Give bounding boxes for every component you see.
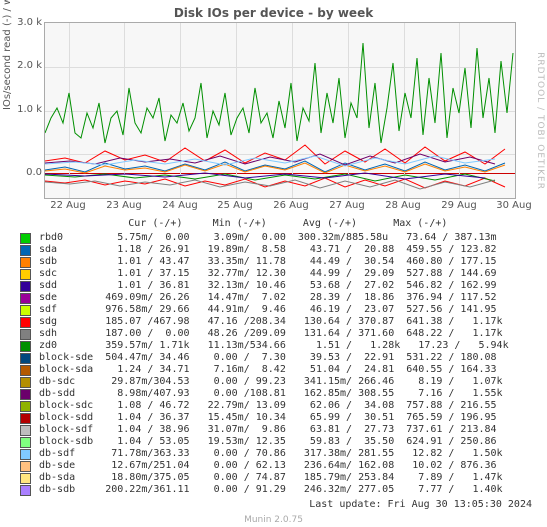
xtick: 30 Aug bbox=[489, 200, 539, 211]
plot-area bbox=[44, 22, 516, 199]
legend-row: zd0 359.57m/ 1.71k 11.13m/534.66 1.51 / … bbox=[20, 340, 509, 352]
legend-swatch bbox=[20, 245, 31, 256]
xtick: 25 Aug bbox=[210, 200, 260, 211]
munin-chart: Disk IOs per device - by week IOs/second… bbox=[0, 0, 547, 527]
legend-swatch bbox=[20, 437, 31, 448]
legend-text: zd0 359.57m/ 1.71k 11.13m/534.66 1.51 / … bbox=[39, 340, 509, 352]
legend-row: block-sdc 1.08 / 46.72 22.79m/ 13.09 62.… bbox=[20, 400, 509, 412]
legend-row: sdc 1.01 / 37.15 32.77m/ 12.30 44.99 / 2… bbox=[20, 268, 509, 280]
legend-text: db-sda 18.80m/375.05 0.00 / 74.87 185.79… bbox=[39, 472, 503, 484]
legend-row: sdg 185.07 /467.98 47.16 /208.34 130.64 … bbox=[20, 316, 509, 328]
legend-row: db-sda 18.80m/375.05 0.00 / 74.87 185.79… bbox=[20, 472, 509, 484]
ytick: 1.0 k bbox=[2, 104, 42, 115]
legend-row: sdd 1.01 / 36.81 32.13m/ 10.46 53.68 / 2… bbox=[20, 280, 509, 292]
legend-row: block-sdb 1.04 / 53.05 19.53m/ 12.35 59.… bbox=[20, 436, 509, 448]
legend-swatch bbox=[20, 257, 31, 268]
xtick: 24 Aug bbox=[155, 200, 205, 211]
legend-text: block-sdb 1.04 / 53.05 19.53m/ 12.35 59.… bbox=[39, 436, 497, 448]
legend-text: sda 1.18 / 26.91 19.89m/ 8.58 43.71 / 20… bbox=[39, 244, 497, 256]
legend-text: sdd 1.01 / 36.81 32.13m/ 10.46 53.68 / 2… bbox=[39, 280, 497, 292]
ytick: 0.0 bbox=[2, 167, 42, 178]
legend: rbd0 5.75m/ 0.00 3.09m/ 0.00 300.32m/885… bbox=[20, 232, 509, 496]
legend-text: block-sdc 1.08 / 46.72 22.79m/ 13.09 62.… bbox=[39, 400, 497, 412]
legend-row: rbd0 5.75m/ 0.00 3.09m/ 0.00 300.32m/885… bbox=[20, 232, 509, 244]
legend-row: sdb 1.01 / 43.47 33.35m/ 11.78 44.49 / 3… bbox=[20, 256, 509, 268]
legend-swatch bbox=[20, 341, 31, 352]
legend-text: sdg 185.07 /467.98 47.16 /208.34 130.64 … bbox=[39, 316, 503, 328]
legend-swatch bbox=[20, 293, 31, 304]
xtick: 26 Aug bbox=[266, 200, 316, 211]
chart-title: Disk IOs per device - by week bbox=[0, 6, 547, 20]
legend-swatch bbox=[20, 425, 31, 436]
xtick: 28 Aug bbox=[378, 200, 428, 211]
legend-row: sde 469.09m/ 26.26 14.47m/ 7.02 28.39 / … bbox=[20, 292, 509, 304]
last-update: Last update: Fri Aug 30 13:05:30 2024 bbox=[309, 499, 532, 510]
legend-row: db-sdb 200.22m/361.11 0.00 / 91.29 246.3… bbox=[20, 484, 509, 496]
legend-swatch bbox=[20, 365, 31, 376]
xtick: 27 Aug bbox=[322, 200, 372, 211]
legend-row: db-sdf 71.78m/363.33 0.00 / 70.86 317.38… bbox=[20, 448, 509, 460]
legend-text: block-sde 504.47m/ 34.46 0.00 / 7.30 39.… bbox=[39, 352, 497, 364]
legend-text: block-sdf 1.04 / 38.96 31.07m/ 9.86 63.8… bbox=[39, 424, 497, 436]
legend-text: db-sdc 29.87m/304.53 0.00 / 99.23 341.15… bbox=[39, 376, 503, 388]
legend-swatch bbox=[20, 449, 31, 460]
legend-row: db-sdd 8.98m/407.93 0.00 /108.81 162.85m… bbox=[20, 388, 509, 400]
legend-text: rbd0 5.75m/ 0.00 3.09m/ 0.00 300.32m/885… bbox=[39, 232, 497, 244]
legend-swatch bbox=[20, 353, 31, 364]
xtick: 29 Aug bbox=[434, 200, 484, 211]
legend-text: sdf 976.58m/ 29.66 44.91m/ 9.46 46.19 / … bbox=[39, 304, 497, 316]
legend-swatch bbox=[20, 329, 31, 340]
rrdtool-credit: RRDTOOL / TOBI OETIKER bbox=[535, 52, 545, 190]
legend-swatch bbox=[20, 281, 31, 292]
legend-swatch bbox=[20, 389, 31, 400]
legend-swatch bbox=[20, 377, 31, 388]
legend-text: block-sda 1.24 / 34.71 7.16m/ 8.42 51.04… bbox=[39, 364, 497, 376]
legend-row: block-sda 1.24 / 34.71 7.16m/ 8.42 51.04… bbox=[20, 364, 509, 376]
legend-swatch bbox=[20, 461, 31, 472]
xtick: 23 Aug bbox=[99, 200, 149, 211]
legend-text: db-sde 12.67m/251.04 0.00 / 62.13 236.64… bbox=[39, 460, 497, 472]
legend-text: sde 469.09m/ 26.26 14.47m/ 7.02 28.39 / … bbox=[39, 292, 497, 304]
ytick: 2.0 k bbox=[2, 60, 42, 71]
ytick: 3.0 k bbox=[2, 17, 42, 28]
legend-text: sdc 1.01 / 37.15 32.77m/ 12.30 44.99 / 2… bbox=[39, 268, 497, 280]
legend-swatch bbox=[20, 485, 31, 496]
legend-text: sdh 187.00 / 0.00 48.26 /209.09 131.64 /… bbox=[39, 328, 503, 340]
legend-row: block-sdd 1.04 / 36.37 15.45m/ 10.34 65.… bbox=[20, 412, 509, 424]
legend-row: db-sdc 29.87m/304.53 0.00 / 99.23 341.15… bbox=[20, 376, 509, 388]
legend-text: sdb 1.01 / 43.47 33.35m/ 11.78 44.49 / 3… bbox=[39, 256, 497, 268]
legend-swatch bbox=[20, 269, 31, 280]
traces bbox=[45, 23, 515, 198]
legend-text: block-sdd 1.04 / 36.37 15.45m/ 10.34 65.… bbox=[39, 412, 497, 424]
legend-swatch bbox=[20, 233, 31, 244]
legend-swatch bbox=[20, 317, 31, 328]
legend-text: db-sdd 8.98m/407.93 0.00 /108.81 162.85m… bbox=[39, 388, 503, 400]
legend-swatch bbox=[20, 401, 31, 412]
legend-row: sdf 976.58m/ 29.66 44.91m/ 9.46 46.19 / … bbox=[20, 304, 509, 316]
legend-text: db-sdb 200.22m/361.11 0.00 / 91.29 246.3… bbox=[39, 484, 503, 496]
legend-swatch bbox=[20, 413, 31, 424]
legend-row: sdh 187.00 / 0.00 48.26 /209.09 131.64 /… bbox=[20, 328, 509, 340]
munin-version: Munin 2.0.75 bbox=[0, 515, 547, 525]
legend-row: db-sde 12.67m/251.04 0.00 / 62.13 236.64… bbox=[20, 460, 509, 472]
legend-row: block-sdf 1.04 / 38.96 31.07m/ 9.86 63.8… bbox=[20, 424, 509, 436]
legend-row: block-sde 504.47m/ 34.46 0.00 / 7.30 39.… bbox=[20, 352, 509, 364]
xtick: 22 Aug bbox=[43, 200, 93, 211]
legend-swatch bbox=[20, 305, 31, 316]
legend-text: db-sdf 71.78m/363.33 0.00 / 70.86 317.38… bbox=[39, 448, 503, 460]
legend-swatch bbox=[20, 473, 31, 484]
legend-header: Cur (-/+) Min (-/+) Avg (-/+) Max (-/+) bbox=[44, 218, 447, 229]
legend-row: sda 1.18 / 26.91 19.89m/ 8.58 43.71 / 20… bbox=[20, 244, 509, 256]
